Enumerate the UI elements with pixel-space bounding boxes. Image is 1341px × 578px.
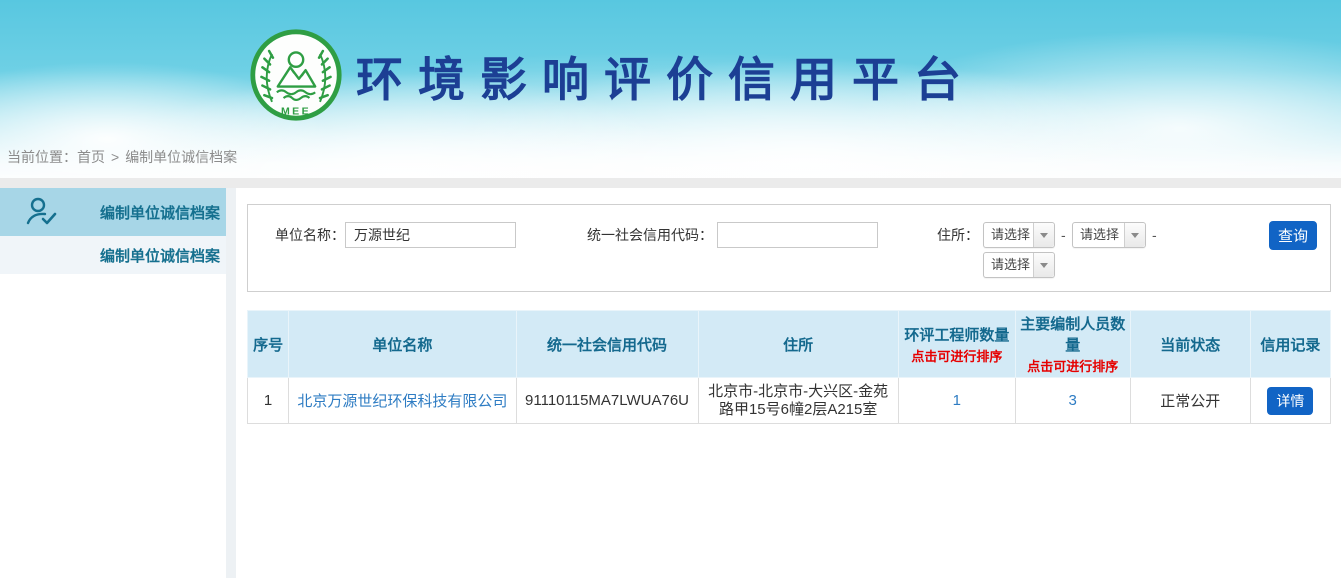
sidebar-item-unit-credit-archive[interactable]: 编制单位诚信档案 <box>0 188 226 236</box>
col-header-company: 单位名称 <box>289 311 516 378</box>
address-separator: - <box>1152 222 1157 248</box>
cell-credit-code: 91110115MA7LWUA76U <box>516 378 698 424</box>
table-row: 1 北京万源世纪环保科技有限公司 91110115MA7LWUA76U 北京市-… <box>248 378 1331 424</box>
address-province-select[interactable]: 请选择 <box>983 222 1055 248</box>
chevron-down-icon <box>1124 223 1145 247</box>
col-header-credit-record: 信用记录 <box>1250 311 1330 378</box>
engineer-count-link[interactable]: 1 <box>953 392 961 409</box>
address-label: 住所： <box>928 222 979 248</box>
company-name-label: 单位名称： <box>268 222 345 248</box>
site-banner: MEE 环境影响评价信用平台 当前位置：首页 > 编制单位诚信档案 <box>0 0 1341 178</box>
detail-button[interactable]: 详情 <box>1267 387 1313 415</box>
col-header-index: 序号 <box>248 311 289 378</box>
breadcrumb: 当前位置：首页 > 编制单位诚信档案 <box>7 147 237 167</box>
address-city-select[interactable]: 请选择 <box>1072 222 1146 248</box>
col-header-engineer-label: 环评工程师数量 <box>904 327 1009 344</box>
page-title: 环境影响评价信用平台 <box>356 41 976 110</box>
logo-text: MEE <box>281 105 311 117</box>
company-name-input[interactable] <box>345 222 516 248</box>
search-panel: 单位名称： 统一社会信用代码： 住所： 请选择 - 请选择 - 请选择 查询 <box>247 204 1331 292</box>
sidebar-subitem-unit-credit-archive[interactable]: 编制单位诚信档案 <box>0 236 226 274</box>
col-header-status: 当前状态 <box>1130 311 1250 378</box>
selected-option: 请选择 <box>984 223 1033 247</box>
breadcrumb-current: 编制单位诚信档案 <box>125 149 237 165</box>
col-header-staff-count-sortable[interactable]: 主要编制人员数量 点击可进行排序 <box>1015 311 1130 378</box>
breadcrumb-separator: > <box>111 149 119 165</box>
col-header-engineer-count-sortable[interactable]: 环评工程师数量 点击可进行排序 <box>898 311 1015 378</box>
query-button[interactable]: 查询 <box>1269 221 1317 250</box>
selected-option: 请选择 <box>984 253 1033 277</box>
divider-horizontal <box>0 178 1341 188</box>
chevron-down-icon <box>1033 253 1054 277</box>
col-header-credit-code: 统一社会信用代码 <box>516 311 698 378</box>
mee-logo-icon: MEE <box>248 27 344 123</box>
main-content: 单位名称： 统一社会信用代码： 住所： 请选择 - 请选择 - 请选择 查询 <box>236 188 1341 578</box>
breadcrumb-home-link[interactable]: 首页 <box>77 149 105 165</box>
col-header-address: 住所 <box>698 311 898 378</box>
selected-option: 请选择 <box>1073 223 1124 247</box>
col-header-staff-label: 主要编制人员数量 <box>1020 316 1125 354</box>
credit-code-input[interactable] <box>717 222 878 248</box>
sort-hint: 点击可进行排序 <box>1020 356 1126 375</box>
cell-index: 1 <box>248 378 289 424</box>
table-header-row: 序号 单位名称 统一社会信用代码 住所 环评工程师数量 点击可进行排序 主要编制… <box>248 311 1331 378</box>
brand: MEE 环境影响评价信用平台 <box>248 27 976 123</box>
chevron-down-icon <box>1033 223 1054 247</box>
address-separator: - <box>1061 222 1066 248</box>
company-name-link[interactable]: 北京万源世纪环保科技有限公司 <box>297 393 507 410</box>
sort-hint: 点击可进行排序 <box>903 346 1011 365</box>
sidebar-subitem-label: 编制单位诚信档案 <box>0 245 220 266</box>
user-check-icon <box>24 195 58 229</box>
credit-code-label: 统一社会信用代码： <box>568 222 713 248</box>
divider-vertical <box>226 188 236 578</box>
staff-count-link[interactable]: 3 <box>1069 392 1077 409</box>
cell-status: 正常公开 <box>1130 378 1250 424</box>
cell-address: 北京市-北京市-大兴区-金苑路甲15号6幢2层A215室 <box>698 378 898 424</box>
results-table: 序号 单位名称 统一社会信用代码 住所 环评工程师数量 点击可进行排序 主要编制… <box>247 310 1331 424</box>
address-district-select[interactable]: 请选择 <box>983 252 1055 278</box>
sidebar: 编制单位诚信档案 编制单位诚信档案 <box>0 188 226 578</box>
breadcrumb-prefix: 当前位置： <box>7 149 77 165</box>
